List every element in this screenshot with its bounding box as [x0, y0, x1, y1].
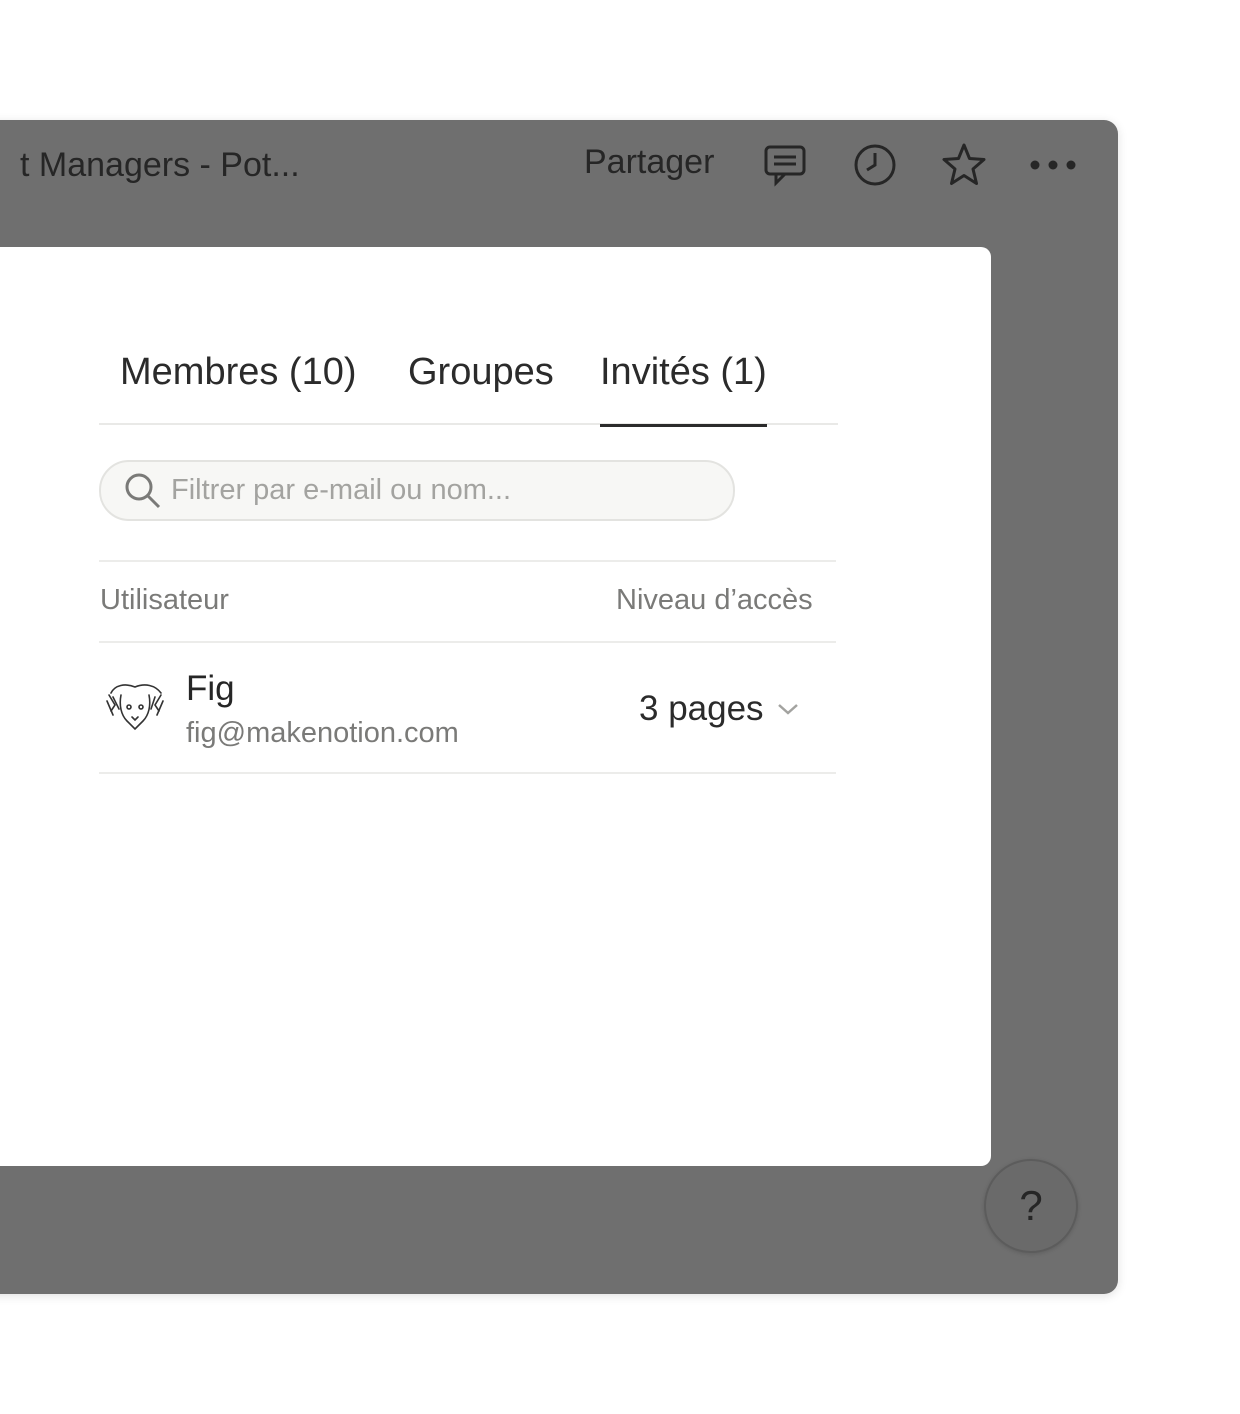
tab-members[interactable]: Membres (10): [120, 351, 357, 425]
user-name: Fig: [186, 669, 235, 708]
column-header-access: Niveau d’accès: [616, 584, 813, 616]
history-icon[interactable]: [849, 139, 901, 191]
access-level-label: 3 pages: [639, 689, 764, 728]
comment-icon[interactable]: [759, 139, 811, 191]
search-field[interactable]: [99, 460, 735, 521]
favorite-star-icon[interactable]: [938, 139, 990, 191]
table-row: Fig fig@makenotion.com 3 pages: [99, 643, 836, 774]
avatar: [105, 681, 165, 735]
chevron-down-icon: [776, 697, 800, 721]
search-input[interactable]: [171, 470, 711, 511]
table-header: Utilisateur Niveau d’accès: [99, 560, 836, 643]
user-email: fig@makenotion.com: [186, 717, 459, 749]
tab-groups[interactable]: Groupes: [408, 351, 554, 425]
tab-bar: Membres (10) Groupes Invités (1): [99, 347, 838, 427]
more-icon[interactable]: [1027, 139, 1079, 191]
access-level-dropdown[interactable]: 3 pages: [639, 689, 800, 729]
column-header-user: Utilisateur: [100, 584, 229, 616]
tab-guests[interactable]: Invités (1): [600, 351, 767, 427]
help-button[interactable]: ?: [984, 1159, 1078, 1253]
search-icon: [123, 471, 163, 511]
members-modal: Membres (10) Groupes Invités (1) Utilisa…: [0, 247, 991, 1166]
page-title: t Managers - Pot...: [20, 146, 300, 184]
share-button[interactable]: Partager: [584, 143, 714, 182]
